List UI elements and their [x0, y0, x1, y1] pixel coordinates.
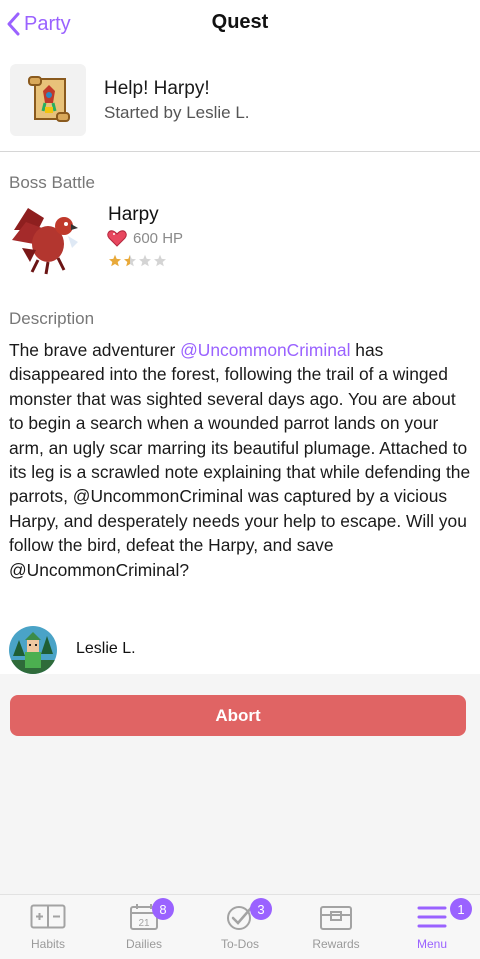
tab-rewards[interactable]: Rewards	[288, 895, 384, 959]
avatar[interactable]	[9, 626, 57, 674]
quest-scroll-icon	[10, 64, 86, 136]
dailies-badge: 8	[152, 898, 174, 920]
quest-header: Help! Harpy! Started by Leslie L.	[0, 48, 480, 152]
tab-dailies[interactable]: 21 8 Dailies	[96, 895, 192, 959]
description-text-rest: has disappeared into the forest, followi…	[9, 340, 471, 580]
habits-icon	[30, 903, 66, 931]
treasure-chest-icon	[318, 903, 354, 931]
page-title: Quest	[211, 11, 269, 33]
tab-label: Dailies	[125, 937, 162, 951]
tab-label: To-Dos	[220, 937, 259, 951]
star-icon	[109, 254, 121, 267]
quest-title: Help! Harpy!	[104, 78, 210, 99]
tab-label: Habits	[30, 937, 65, 951]
harpy-boss-image	[8, 200, 84, 276]
difficulty-stars	[108, 254, 167, 268]
menu-icon	[414, 903, 450, 931]
tab-label: Rewards	[312, 937, 360, 951]
description-text-start: The brave adventurer	[9, 340, 181, 360]
member-name: Leslie L.	[76, 640, 136, 657]
tab-todos[interactable]: 3 To-Dos	[192, 895, 288, 959]
star-icon	[124, 254, 136, 267]
abort-button[interactable]: Abort	[10, 695, 466, 736]
tab-bar: Habits 21 8 Dailies 3 To-Dos Rewards 1 M…	[0, 894, 480, 959]
heart-icon	[107, 230, 127, 247]
quest-description: The brave adventurer @UncommonCriminal h…	[9, 338, 473, 582]
tab-label: Menu	[416, 937, 448, 951]
tab-menu[interactable]: 1 Menu	[384, 895, 480, 959]
star-icon	[154, 254, 166, 267]
tab-habits[interactable]: Habits	[0, 895, 96, 959]
description-label: Description	[9, 309, 95, 328]
calendar-day: 21	[138, 918, 150, 929]
navigation-bar: Party Quest	[0, 0, 480, 48]
menu-badge: 1	[450, 898, 472, 920]
boss-hp: 600 HP	[133, 229, 184, 247]
boss-hp-row: 600 HP	[107, 229, 183, 247]
boss-name: Harpy	[108, 204, 159, 225]
star-icon	[139, 254, 151, 267]
quest-started-by: Started by Leslie L.	[104, 103, 250, 122]
todos-badge: 3	[250, 898, 272, 920]
user-mention-link[interactable]: @UncommonCriminal	[180, 340, 350, 360]
boss-battle-label: Boss Battle	[9, 173, 95, 192]
